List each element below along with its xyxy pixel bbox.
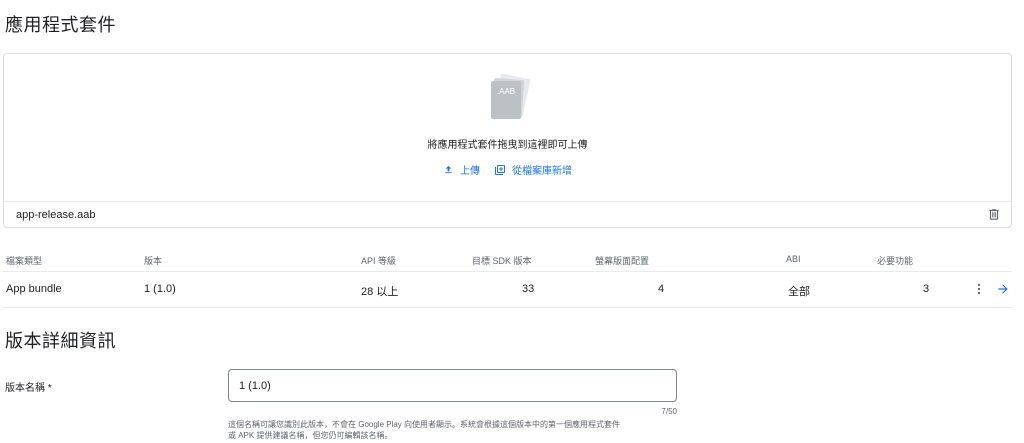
upload-panel: .AAB 將應用程式套件拖曳到這裡即可上傳 上傳 從檔案庫新增 app-rele…: [3, 53, 1012, 228]
character-counter: 7/50: [661, 407, 677, 416]
trash-icon[interactable]: [987, 207, 1001, 222]
release-name-input[interactable]: [228, 369, 677, 402]
header-divider: [3, 271, 1012, 272]
header-target-sdk: 目標 SDK 版本: [472, 256, 532, 266]
upload-actions: 上傳 從檔案庫新增: [4, 162, 1011, 177]
header-file-type: 檔案類型: [6, 256, 43, 266]
drop-zone[interactable]: .AAB 將應用程式套件拖曳到這裡即可上傳 上傳 從檔案庫新增: [4, 54, 1011, 201]
row-divider: [3, 307, 1012, 308]
header-abi: ABI: [786, 254, 801, 264]
upload-label: 上傳: [460, 166, 480, 177]
add-to-library-icon: [495, 164, 505, 175]
header-api-level: API 等級: [361, 256, 397, 266]
aab-badge: .AAB: [497, 87, 515, 96]
release-name-label: 版本名稱 *: [5, 383, 52, 394]
cell-version: 1 (1.0): [144, 283, 176, 295]
header-screen-layouts: 螢幕版面配置: [595, 256, 650, 266]
release-name-helper: 這個名稱可讓您識別此版本，不會在 Google Play 向使用者顯示。系統會根…: [228, 419, 688, 441]
row-actions: [972, 282, 1010, 296]
header-version: 版本: [144, 256, 163, 266]
add-from-library-button[interactable]: 從檔案庫新增: [494, 162, 572, 177]
cell-required-features: 3: [923, 283, 930, 295]
uploaded-file-name: app-release.aab: [16, 209, 96, 221]
app-bundles-title: 應用程式套件: [5, 15, 116, 35]
arrow-right-icon[interactable]: [996, 282, 1010, 296]
aab-file-icon: .AAB: [491, 74, 531, 119]
helper-line-2: 或 APK 提供建議名稱，但您仍可編輯該名稱。: [228, 431, 393, 440]
add-from-library-label: 從檔案庫新增: [512, 166, 572, 177]
cell-abi: 全部: [788, 286, 810, 298]
upload-button[interactable]: 上傳: [443, 162, 480, 177]
cell-screen-layouts: 4: [658, 283, 665, 295]
cell-file-type: App bundle: [6, 283, 62, 295]
cell-target-sdk: 33: [522, 283, 535, 295]
header-required-features: 必要功能: [877, 256, 914, 266]
more-vert-icon[interactable]: [972, 282, 986, 296]
upload-icon: [445, 165, 452, 174]
release-details-title: 版本詳細資訊: [5, 331, 116, 351]
drop-instructions: 將應用程式套件拖曳到這裡即可上傳: [427, 140, 588, 151]
uploaded-file-row: app-release.aab: [4, 201, 1011, 228]
helper-line-1: 這個名稱可讓您識別此版本，不會在 Google Play 向使用者顯示。系統會根…: [228, 420, 621, 429]
cell-api-level: 28 以上: [361, 286, 399, 298]
